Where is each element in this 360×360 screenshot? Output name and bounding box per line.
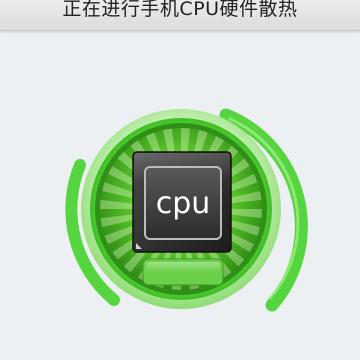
cpu-chip-icon: cpu: [132, 151, 232, 253]
cpu-cooling-graphic: cpu: [65, 108, 308, 312]
cpu-label: cpu: [156, 186, 211, 221]
